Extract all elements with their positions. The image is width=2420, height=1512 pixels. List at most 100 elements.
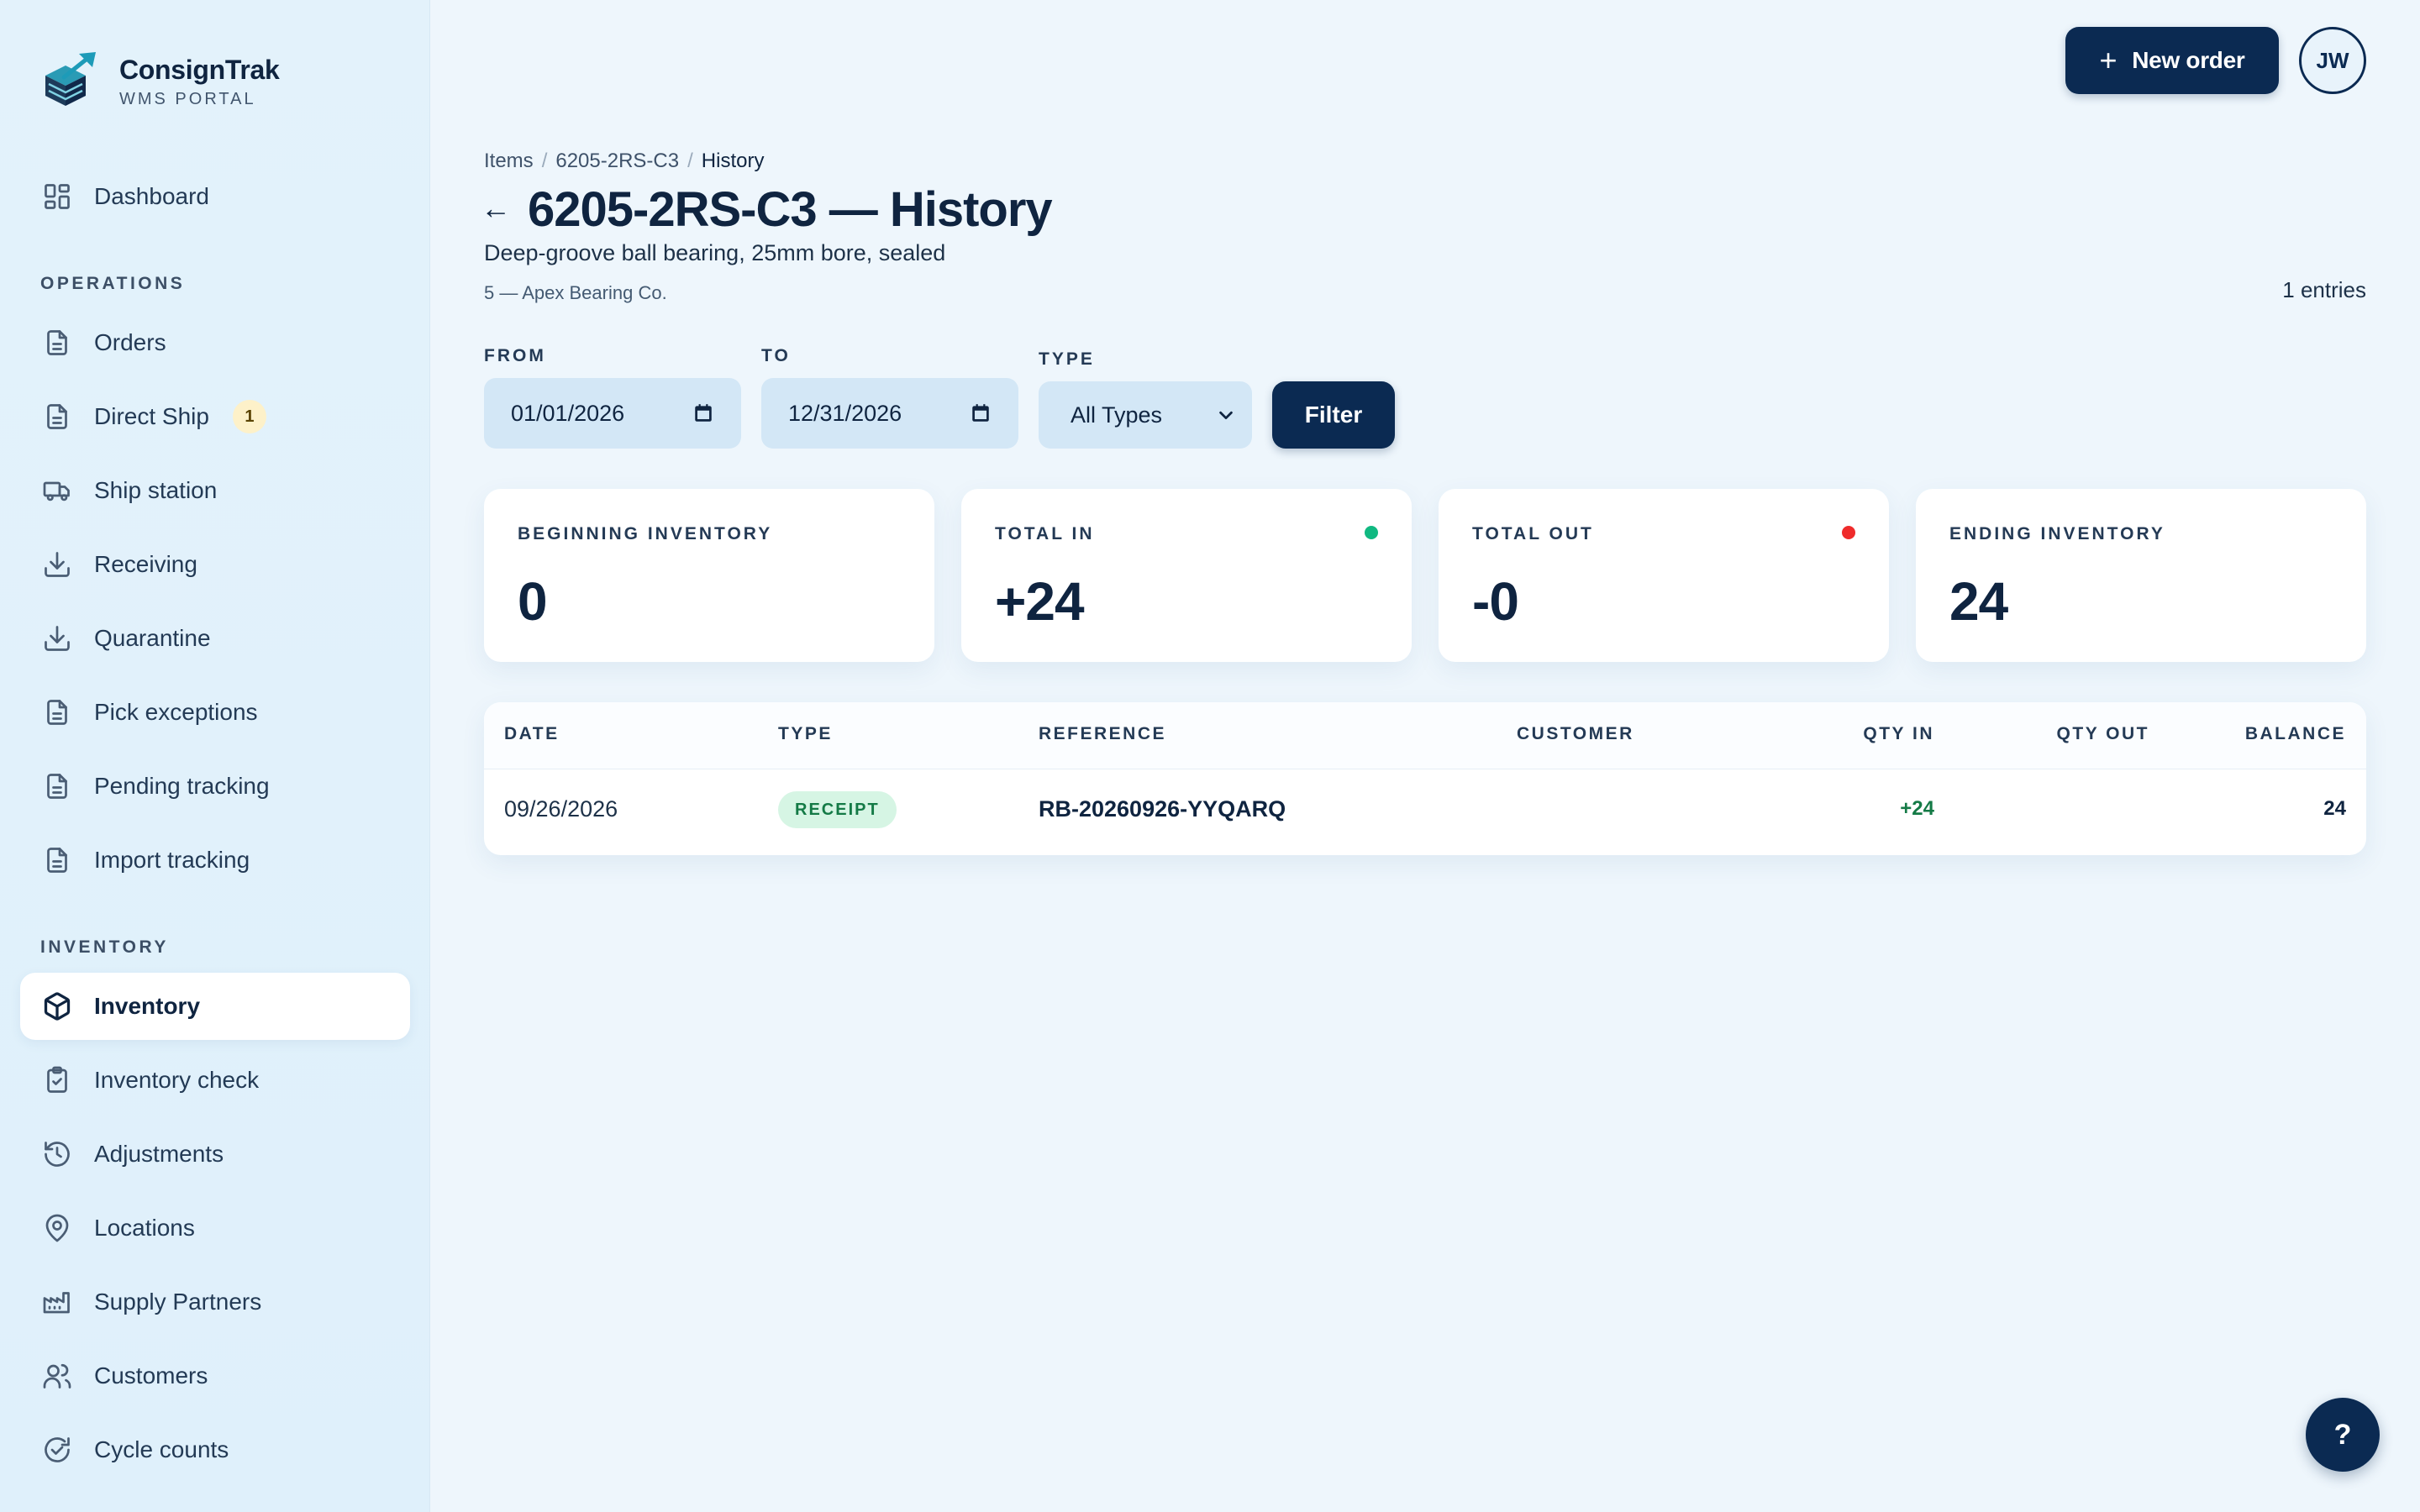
calendar-icon[interactable] [970,402,992,424]
stat-label: BEGINNING INVENTORY [518,524,773,543]
to-date-input[interactable]: 12/31/2026 [761,378,1018,449]
sidebar-item-label: Adjustments [94,1141,224,1167]
breadcrumb-separator: / [687,150,693,172]
stat-value: +24 [995,571,1085,632]
column-header-type[interactable]: TYPE [778,724,833,744]
nav-section-operations: OPERATIONS [40,274,186,293]
new-order-label: New order [2132,47,2245,73]
stat-card-total-in: TOTAL IN +24 [961,489,1412,662]
cell-balance: 24 [2323,797,2346,820]
help-button[interactable]: ? [2306,1398,2380,1472]
document-icon [40,696,74,729]
breadcrumb: Items / 6205-2RS-C3 / History [484,150,764,173]
item-description: Deep-groove ball bearing, 25mm bore, sea… [484,240,946,265]
history-table: DATE TYPE REFERENCE CUSTOMER QTY IN QTY … [484,702,2366,855]
sidebar-item-label: Pick exceptions [94,699,258,725]
sidebar-item-dashboard[interactable]: Dashboard [20,163,410,230]
sidebar-item-quarantine[interactable]: Quarantine [20,605,410,672]
type-select[interactable]: All Types [1039,381,1252,449]
column-header-balance[interactable]: BALANCE [2245,724,2346,744]
table-header: DATE TYPE REFERENCE CUSTOMER QTY IN QTY … [484,702,2366,769]
breadcrumb-separator: / [541,150,548,172]
sidebar-item-inventory[interactable]: Inventory [20,973,410,1040]
from-date-input[interactable]: 01/01/2026 [484,378,741,449]
cell-reference-link[interactable]: RB-20260926-YYQARQ [1039,795,1286,823]
column-header-qty-in[interactable]: QTY IN [1863,724,1934,744]
sidebar-item-cycle-counts[interactable]: Cycle counts [20,1416,410,1483]
box-icon [40,990,74,1023]
status-dot-red [1842,526,1855,539]
column-header-reference[interactable]: REFERENCE [1039,724,1166,744]
breadcrumb-sku-link[interactable]: 6205-2RS-C3 [555,150,679,173]
brand[interactable]: ConsignTrak WMS PORTAL [40,47,280,114]
consigntrak-logo-icon [45,52,96,106]
stat-card-beginning-inventory: BEGINNING INVENTORY 0 [484,489,934,662]
cell-date: 09/26/2026 [504,796,618,822]
type-label: TYPE [1039,349,1095,369]
stat-card-ending-inventory: ENDING INVENTORY 24 [1916,489,2366,662]
sidebar-item-receiving[interactable]: Receiving [20,531,410,598]
supplier-meta: 5 — Apex Bearing Co. [484,282,667,303]
document-icon [40,769,74,803]
sidebar-item-label: Orders [94,329,166,355]
document-icon [40,843,74,877]
sidebar-item-label: Customers [94,1362,208,1389]
brand-subtitle: WMS PORTAL [119,89,256,108]
sidebar-item-supply-partners[interactable]: Supply Partners [20,1268,410,1336]
from-label: FROM [484,346,546,365]
map-pin-icon [40,1211,74,1245]
clipboard-check-icon [40,1063,74,1097]
sidebar-item-label: Import tracking [94,847,250,873]
breadcrumb-current: History [701,150,765,172]
chevron-down-icon [1219,411,1233,420]
to-label: TO [761,346,791,365]
sidebar-item-ship-station[interactable]: Ship station [20,457,410,524]
stat-label: ENDING INVENTORY [1949,524,2165,543]
sidebar-item-import-tracking[interactable]: Import tracking [20,827,410,894]
brand-name: ConsignTrak [119,54,280,85]
sidebar-item-label: Pending tracking [94,773,270,799]
sidebar-item-orders[interactable]: Orders [20,309,410,376]
nav-section-inventory: INVENTORY [40,937,169,957]
sidebar-item-label: Cycle counts [94,1436,229,1462]
stat-label: TOTAL IN [995,524,1095,543]
new-order-button[interactable]: + New order [2065,27,2279,94]
column-header-qty-out[interactable]: QTY OUT [2057,724,2149,744]
sidebar-item-pending-tracking[interactable]: Pending tracking [20,753,410,820]
sidebar-item-label: Direct Ship [94,403,209,429]
stat-value: -0 [1472,571,1519,632]
sidebar-item-pick-exceptions[interactable]: Pick exceptions [20,679,410,746]
count-badge: 1 [232,400,266,433]
stat-value: 24 [1949,571,2008,632]
sidebar-item-label: Receiving [94,551,197,577]
column-header-customer[interactable]: CUSTOMER [1517,724,1634,744]
column-header-date[interactable]: DATE [504,724,560,744]
history-icon [40,1137,74,1171]
breadcrumb-items-link[interactable]: Items [484,150,534,173]
sidebar-item-label: Inventory [94,993,201,1019]
back-arrow-icon[interactable]: ← [481,192,511,225]
factory-icon [40,1285,74,1319]
stat-value: 0 [518,571,548,632]
stat-card-total-out: TOTAL OUT -0 [1439,489,1889,662]
sidebar-item-customers[interactable]: Customers [20,1342,410,1410]
sidebar-item-label: Inventory check [94,1067,260,1093]
sidebar-item-label: Supply Partners [94,1289,262,1315]
type-select-value: All Types [1071,402,1163,428]
stat-label: TOTAL OUT [1472,524,1594,543]
sidebar-item-label: Ship station [94,477,218,503]
status-dot-green [1365,526,1378,539]
sidebar: ConsignTrak WMS PORTAL Dashboard OPERATI… [0,0,430,1512]
sidebar-item-direct-ship[interactable]: Direct Ship 1 [20,383,410,450]
filter-button[interactable]: Filter [1272,381,1395,449]
sidebar-item-inventory-check[interactable]: Inventory check [20,1047,410,1114]
avatar[interactable]: JW [2299,27,2366,94]
users-icon [40,1359,74,1393]
sidebar-item-adjustments[interactable]: Adjustments [20,1121,410,1188]
document-icon [40,400,74,433]
calendar-icon[interactable] [692,402,714,424]
from-date-value: 01/01/2026 [511,400,625,426]
download-icon [40,548,74,581]
sidebar-item-locations[interactable]: Locations [20,1194,410,1262]
truck-icon [40,474,74,507]
